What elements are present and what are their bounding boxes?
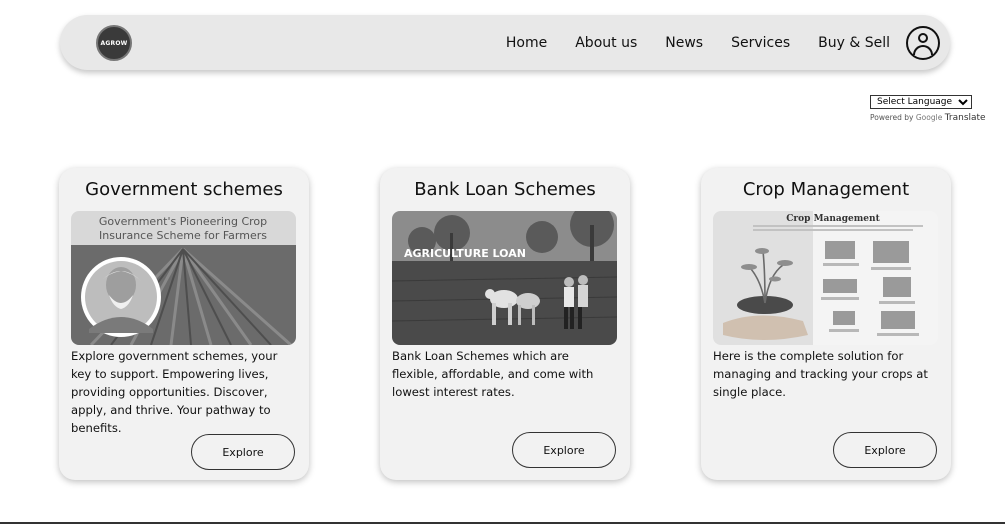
card-description: Explore government schemes, your key to … bbox=[71, 349, 278, 435]
card-description: Here is the complete solution for managi… bbox=[713, 349, 928, 399]
powered-by-text: Powered by bbox=[870, 113, 914, 122]
card-bank-loan-schemes: Bank Loan Schemes AGRICULTURE LOAN Bank … bbox=[380, 168, 630, 480]
bank-loan-image: AGRICULTURE LOAN bbox=[392, 211, 617, 345]
explore-button-government[interactable]: Explore bbox=[191, 434, 295, 470]
google-text: Google bbox=[915, 113, 943, 122]
explore-button-crop-management[interactable]: Explore bbox=[833, 432, 937, 468]
nav-links: Home About us News Services Buy & Sell bbox=[506, 15, 940, 70]
translate-link[interactable]: Translate bbox=[945, 113, 986, 123]
crop-management-image: Crop Management bbox=[713, 211, 938, 345]
card-title: Crop Management bbox=[742, 179, 910, 200]
navbar: AGROW Home About us News Services Buy & … bbox=[60, 15, 950, 70]
nav-link-about-us[interactable]: About us bbox=[575, 35, 637, 51]
explore-button-bank-loan[interactable]: Explore bbox=[512, 432, 616, 468]
powered-by-google: Powered by Google Translate bbox=[870, 113, 995, 123]
profile-head bbox=[918, 32, 928, 43]
agrow-logo[interactable]: AGROW bbox=[96, 25, 132, 61]
nav-link-services[interactable]: Services bbox=[731, 35, 790, 51]
nav-link-news[interactable]: News bbox=[665, 35, 703, 51]
image-caption: AGRICULTURE LOAN bbox=[404, 247, 526, 260]
google-translate-widget: Select Language Powered by Google Transl… bbox=[870, 89, 995, 123]
user-profile-icon[interactable] bbox=[906, 25, 940, 60]
government-scheme-image: Government's Pioneering Crop Insurance S… bbox=[71, 211, 296, 345]
logo-text: AGROW bbox=[100, 39, 128, 47]
card-crop-management: Crop Management Crop Management Here is … bbox=[701, 168, 951, 480]
image-caption: Crop Management bbox=[786, 214, 880, 224]
image-caption-line1: Government's Pioneering Crop bbox=[99, 215, 267, 228]
card-title: Government schemes bbox=[85, 179, 283, 200]
card-description: Bank Loan Schemes which are flexible, af… bbox=[392, 349, 594, 399]
page: AGROW Home About us News Services Buy & … bbox=[0, 0, 1005, 524]
language-select[interactable]: Select Language bbox=[870, 95, 972, 109]
nav-link-buy-sell[interactable]: Buy & Sell bbox=[818, 35, 890, 51]
nav-link-home[interactable]: Home bbox=[506, 35, 547, 51]
card-government-schemes: Government schemes Government's Pioneeri… bbox=[59, 168, 309, 480]
profile-shoulders bbox=[913, 44, 933, 55]
card-title: Bank Loan Schemes bbox=[414, 179, 596, 200]
image-caption-line2: Insurance Scheme for Farmers bbox=[99, 229, 267, 242]
